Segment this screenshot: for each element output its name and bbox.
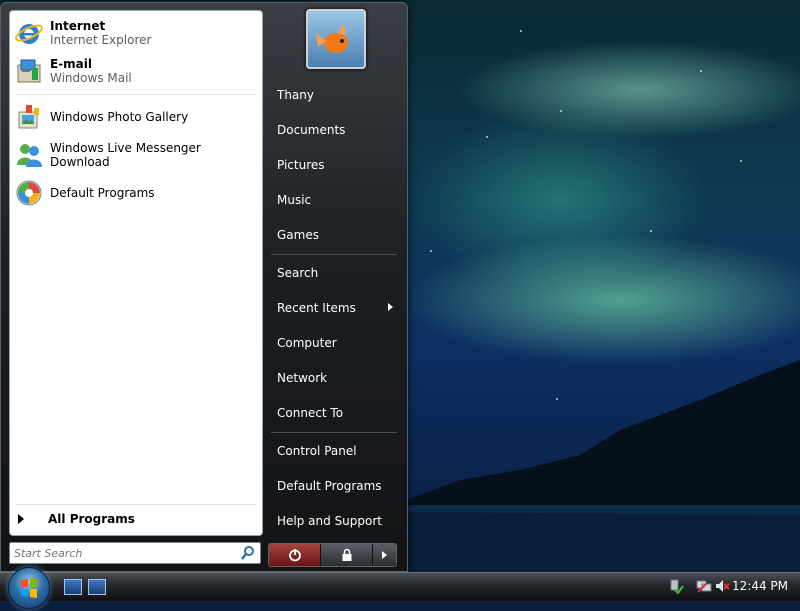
recent-title: Default Programs bbox=[50, 186, 155, 200]
internet-explorer-icon bbox=[14, 18, 44, 48]
recent-item-default-programs[interactable]: Default Programs bbox=[14, 175, 258, 211]
start-search-input[interactable] bbox=[14, 545, 234, 561]
pinned-item-email[interactable]: E-mail Windows Mail bbox=[14, 53, 258, 89]
start-search-box[interactable] bbox=[9, 542, 261, 564]
pinned-subtitle: Windows Mail bbox=[50, 71, 132, 85]
right-item-label: Connect To bbox=[277, 406, 344, 420]
right-item-computer[interactable]: Computer bbox=[269, 328, 399, 358]
right-item-help-support[interactable]: Help and Support bbox=[269, 506, 399, 536]
recent-item-messenger-download[interactable]: Windows Live Messenger Download bbox=[14, 137, 258, 173]
right-item-search[interactable]: Search bbox=[269, 258, 399, 288]
arrow-right-icon bbox=[18, 514, 24, 524]
right-item-label: Computer bbox=[277, 336, 337, 350]
right-item-label: Network bbox=[277, 371, 328, 385]
pinned-subtitle: Internet Explorer bbox=[50, 33, 152, 47]
recent-title: Windows Photo Gallery bbox=[50, 110, 189, 124]
network-icon[interactable] bbox=[696, 578, 712, 594]
power-icon bbox=[288, 549, 301, 562]
show-desktop-icon[interactable] bbox=[64, 579, 82, 595]
right-item-documents[interactable]: Documents bbox=[269, 115, 399, 145]
volume-muted-icon[interactable] bbox=[714, 578, 730, 594]
submenu-arrow-icon bbox=[388, 303, 393, 311]
all-programs-separator bbox=[16, 504, 256, 505]
right-item-label: Documents bbox=[277, 123, 346, 137]
taskbar: 12:44 PM bbox=[0, 567, 800, 609]
right-item-control-panel[interactable]: Control Panel bbox=[269, 436, 399, 466]
right-item-label: Thany bbox=[277, 88, 314, 102]
user-picture[interactable] bbox=[306, 9, 366, 69]
right-item-recent-items[interactable]: Recent Items bbox=[269, 293, 399, 323]
power-button-group bbox=[268, 543, 397, 567]
system-clock[interactable]: 12:44 PM bbox=[732, 579, 788, 593]
right-item-games[interactable]: Games bbox=[269, 220, 399, 250]
pinned-separator bbox=[16, 94, 256, 95]
right-item-connect-to[interactable]: Connect To bbox=[269, 398, 399, 428]
windows-mail-icon bbox=[14, 56, 44, 86]
right-item-pictures[interactable]: Pictures bbox=[269, 150, 399, 180]
pinned-title: E-mail bbox=[50, 57, 93, 71]
right-item-label: Default Programs bbox=[277, 479, 382, 493]
pinned-title: Internet bbox=[50, 19, 106, 33]
photo-gallery-icon bbox=[14, 102, 44, 132]
right-separator bbox=[271, 254, 397, 255]
right-item-user[interactable]: Thany bbox=[269, 80, 399, 110]
lock-button[interactable] bbox=[320, 544, 373, 566]
right-item-default-programs[interactable]: Default Programs bbox=[269, 471, 399, 501]
power-button[interactable] bbox=[269, 544, 321, 566]
goldfish-icon bbox=[316, 23, 348, 53]
lock-icon bbox=[342, 548, 352, 561]
recent-item-photo-gallery[interactable]: Windows Photo Gallery bbox=[14, 99, 258, 135]
all-programs-label: All Programs bbox=[48, 512, 135, 526]
safely-remove-hardware-icon[interactable] bbox=[668, 578, 684, 595]
right-item-label: Recent Items bbox=[277, 301, 356, 315]
right-item-network[interactable]: Network bbox=[269, 363, 399, 393]
right-item-label: Music bbox=[277, 193, 312, 207]
right-item-label: Pictures bbox=[277, 158, 325, 172]
programs-pane: Internet Internet Explorer E-mail Window… bbox=[9, 10, 263, 536]
shutdown-options-button[interactable] bbox=[372, 544, 396, 566]
recent-title: Windows Live Messenger Download bbox=[50, 141, 201, 169]
right-item-music[interactable]: Music bbox=[269, 185, 399, 215]
right-item-label: Control Panel bbox=[277, 444, 357, 458]
arrow-right-icon bbox=[381, 551, 387, 559]
messenger-icon bbox=[14, 140, 44, 170]
start-button[interactable] bbox=[8, 567, 50, 609]
search-icon[interactable] bbox=[240, 545, 256, 561]
right-item-label: Games bbox=[277, 228, 319, 242]
start-menu: Internet Internet Explorer E-mail Window… bbox=[0, 2, 408, 572]
switch-windows-icon[interactable] bbox=[88, 579, 106, 595]
all-programs-button[interactable]: All Programs bbox=[18, 508, 258, 530]
windows-logo-icon bbox=[21, 578, 37, 598]
default-programs-icon bbox=[14, 178, 44, 208]
right-item-label: Search bbox=[277, 266, 319, 280]
right-separator bbox=[271, 432, 397, 433]
pinned-item-internet[interactable]: Internet Internet Explorer bbox=[14, 15, 258, 51]
right-item-label: Help and Support bbox=[277, 514, 382, 528]
